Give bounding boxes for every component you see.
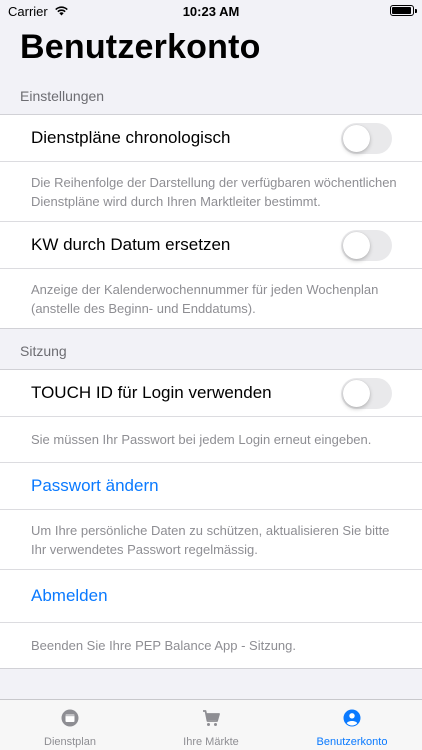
tab-label: Dienstplan: [44, 736, 96, 748]
status-time: 10:23 AM: [182, 4, 240, 19]
row-label: KW durch Datum ersetzen: [31, 235, 231, 254]
toggle-knob: [343, 380, 370, 407]
section-header-sitzung: Sitzung: [20, 343, 67, 359]
abmelden-label[interactable]: Abmelden: [31, 570, 108, 622]
tab-bar: Dienstplan Ihre Märkte Benutzerkonto: [0, 699, 422, 750]
sitzung-group: TOUCH ID für Login verwenden Sie müssen …: [0, 369, 422, 669]
chronologisch-toggle[interactable]: [341, 123, 392, 154]
footer-text: Die Reihenfolge der Darstellung der verf…: [31, 175, 397, 209]
tab-dienstplan[interactable]: Dienstplan: [0, 700, 140, 750]
passwort-aendern-label[interactable]: Passwort ändern: [31, 463, 159, 509]
row-label: TOUCH ID für Login verwenden: [31, 383, 272, 402]
row-kw-durch-datum: KW durch Datum ersetzen: [0, 222, 422, 268]
battery-icon: [390, 5, 417, 16]
row-label: Dienstpläne chronologisch: [31, 128, 231, 147]
tab-ihre-maerkte[interactable]: Ihre Märkte: [141, 700, 281, 750]
tab-benutzerkonto[interactable]: Benutzerkonto: [282, 700, 422, 750]
einstellungen-group: Dienstpläne chronologisch Die Reihenfolg…: [0, 114, 422, 329]
passwort-aendern-button[interactable]: Passwort ändern: [0, 463, 422, 509]
footer-text: Sie müssen Ihr Passwort bei jedem Login …: [31, 432, 372, 447]
kw-datum-toggle[interactable]: [341, 230, 392, 261]
section-header-einstellungen: Einstellungen: [20, 88, 105, 104]
tab-label: Ihre Märkte: [183, 736, 239, 748]
touch-id-toggle[interactable]: [341, 378, 392, 409]
row-touch-id: TOUCH ID für Login verwenden: [0, 370, 422, 416]
row-dienstplaene-chronologisch: Dienstpläne chronologisch: [0, 115, 422, 161]
cart-icon: [203, 710, 220, 726]
tab-label: Benutzerkonto: [316, 736, 388, 748]
footer-text: Um Ihre persönliche Daten zu schützen, a…: [31, 523, 390, 557]
status-bar: Carrier 10:23 AM: [0, 0, 422, 24]
footer-text: Beenden Sie Ihre PEP Balance App - Sitzu…: [31, 638, 296, 653]
abmelden-button[interactable]: Abmelden: [0, 570, 422, 622]
footer-text: Anzeige der Kalenderwochennummer für jed…: [31, 282, 379, 316]
calendar-icon: [61, 709, 79, 727]
page-title: Benutzerkonto: [20, 28, 261, 66]
toggle-knob: [343, 125, 370, 152]
toggle-knob: [343, 232, 370, 259]
person-icon: [343, 709, 361, 727]
